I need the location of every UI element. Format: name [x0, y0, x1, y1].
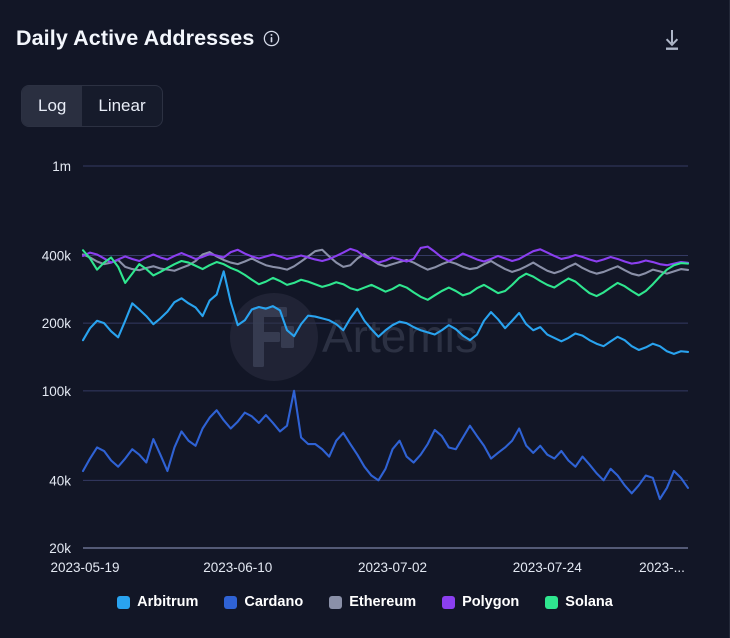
legend-item-polygon[interactable]: Polygon: [442, 594, 519, 610]
x-tick-label: 2023-07-24: [513, 560, 583, 575]
info-circle-icon[interactable]: [263, 30, 280, 47]
y-tick-label: 40k: [49, 473, 71, 488]
line-chart: Artemis 1m400k200k100k40k20k 2023-05-19 2…: [42, 159, 690, 575]
legend-swatch-icon: [117, 595, 131, 609]
x-tick-label: 2023-06-10: [203, 560, 272, 575]
y-tick-label: 100k: [42, 384, 72, 399]
y-tick-label: 400k: [42, 248, 72, 263]
legend-label: Polygon: [462, 594, 520, 610]
series-line-cardano: [81, 389, 690, 501]
legend-item-solana[interactable]: Solana: [545, 594, 613, 610]
legend-swatch-icon: [329, 595, 343, 609]
chart-legend: Arbitrum Cardano Ethereum Polygon Solana: [0, 594, 729, 610]
download-button[interactable]: [660, 28, 684, 54]
legend-label: Cardano: [244, 594, 304, 610]
y-axis-labels: 1m 400k 200k 100k 40k 20k: [42, 159, 72, 556]
artemis-watermark: Artemis: [230, 293, 478, 381]
x-axis-labels: 2023-05-19 2023-06-10 2023-07-02 2023-07-24…: [50, 560, 684, 575]
y-tick-label: 20k: [49, 541, 71, 556]
y-tick-label: 1m: [52, 159, 71, 174]
x-tick-label: 2023-07-02: [358, 560, 427, 575]
x-tick-label: 2023-...: [639, 560, 685, 575]
card-header: Daily Active Addresses: [0, 0, 729, 72]
toggle-linear[interactable]: Linear: [82, 86, 161, 126]
series-lines: [81, 245, 690, 501]
watermark-text: Artemis: [322, 310, 478, 362]
legend-swatch-icon: [442, 595, 456, 609]
legend-item-cardano[interactable]: Cardano: [224, 594, 303, 610]
x-tick-label: 2023-05-19: [50, 560, 119, 575]
legend-swatch-icon: [224, 595, 238, 609]
series-line-solana: [81, 249, 690, 301]
chart-plot-area: Artemis 1m 400k 200k 100k 40k 20k 2023-05-19 2…: [0, 140, 729, 580]
page-title: Daily Active Addresses: [16, 26, 255, 50]
title-row: Daily Active Addresses: [16, 26, 280, 51]
chart-card: Daily Active Addresses Log Linear Artemi…: [0, 0, 730, 638]
legend-item-arbitrum[interactable]: Arbitrum: [117, 594, 198, 610]
toggle-log[interactable]: Log: [22, 86, 83, 126]
y-tick-label: 200k: [42, 316, 72, 331]
legend-label: Solana: [565, 594, 613, 610]
legend-item-ethereum[interactable]: Ethereum: [329, 594, 416, 610]
download-icon: [665, 30, 679, 50]
legend-label: Ethereum: [349, 594, 417, 610]
legend-label: Arbitrum: [137, 594, 199, 610]
series-line-ethereum: [81, 248, 690, 277]
legend-swatch-icon: [545, 595, 559, 609]
scale-toggle[interactable]: Log Linear: [21, 85, 163, 127]
